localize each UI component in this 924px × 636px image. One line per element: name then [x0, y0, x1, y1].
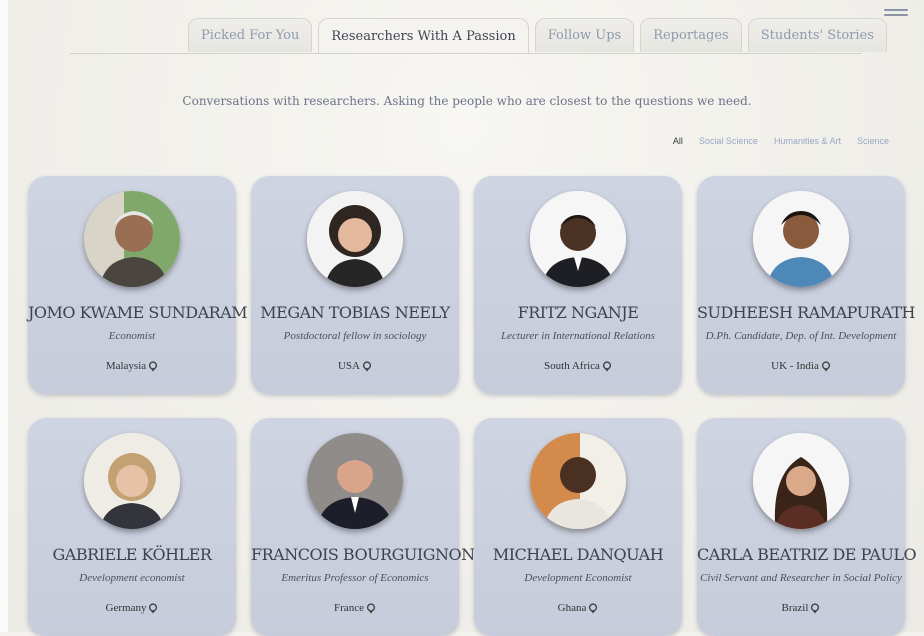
researcher-role: Emeritus Professor of Economics: [281, 572, 429, 584]
researcher-role: Lecturer in International Relations: [501, 330, 655, 342]
location-pin-icon: [589, 603, 598, 614]
location-pin-icon: [811, 603, 820, 614]
researcher-photo: [307, 191, 403, 287]
researcher-role: Development economist: [79, 572, 185, 584]
location-pin-icon: [366, 603, 376, 614]
researcher-card[interactable]: SUDHEESH RAMAPURATH D.Ph. Candidate, Dep…: [697, 176, 915, 394]
researcher-photo: [84, 433, 180, 529]
tab-students-stories[interactable]: Students' Stories: [747, 18, 887, 52]
researcher-photo: [530, 433, 626, 529]
filter-science[interactable]: Science: [857, 136, 889, 146]
hamburger-menu-icon[interactable]: [884, 6, 908, 24]
researcher-location: Brazil: [697, 602, 905, 614]
researcher-card[interactable]: FRANCOIS BOURGUIGNON Emeritus Professor …: [251, 418, 475, 636]
researcher-card[interactable]: MICHAEL DANQUAH Development Economist Gh…: [474, 418, 682, 636]
researcher-name: CARLA BEATRIZ DE PAULO: [697, 545, 917, 564]
researcher-location: USA: [251, 360, 459, 372]
tab-divider: [70, 53, 862, 54]
category-filters: All Social Science Humanities & Art Scie…: [673, 136, 889, 146]
researcher-card[interactable]: CARLA BEATRIZ DE PAULO Civil Servant and…: [697, 418, 917, 636]
tab-bar: Picked For You Researchers With A Passio…: [188, 18, 887, 54]
researcher-location: Ghana: [474, 602, 682, 614]
location-pin-icon: [149, 603, 158, 614]
researcher-card[interactable]: GABRIELE KÖHLER Development economist Ge…: [28, 418, 236, 636]
researcher-photo: [530, 191, 626, 287]
researcher-name: FRITZ NGANJE: [517, 303, 639, 322]
location-pin-icon: [149, 361, 158, 372]
researcher-location: Germany: [28, 602, 236, 614]
filter-all[interactable]: All: [673, 136, 683, 146]
location-text: Brazil: [781, 602, 809, 614]
researcher-role: Economist: [108, 330, 156, 342]
location-pin-icon: [362, 361, 372, 372]
filter-humanities-art[interactable]: Humanities & Art: [774, 136, 841, 146]
researcher-location: France: [251, 602, 459, 614]
location-pin-icon: [602, 361, 612, 372]
location-text: South Africa: [544, 360, 600, 372]
researcher-location: UK - India: [697, 360, 905, 372]
researcher-role: D.Ph. Candidate, Dep. of Int. Developmen…: [705, 330, 897, 342]
location-text: Ghana: [557, 602, 587, 614]
researcher-role: Civil Servant and Researcher in Social P…: [700, 572, 902, 584]
researcher-name: JOMO KWAME SUNDARAM: [28, 303, 248, 322]
location-text: France: [334, 602, 364, 614]
location-text: Malaysia: [105, 360, 147, 372]
researcher-card[interactable]: MEGAN TOBIAS NEELY Postdoctoral fellow i…: [251, 176, 459, 394]
researcher-name: MEGAN TOBIAS NEELY: [260, 303, 450, 322]
researcher-photo: [753, 433, 849, 529]
researcher-photo: [753, 191, 849, 287]
researcher-name: SUDHEESH RAMAPURATH: [697, 303, 915, 322]
location-pin-icon: [821, 361, 830, 372]
researcher-role: Postdoctoral fellow in sociology: [283, 330, 427, 342]
researcher-name: GABRIELE KÖHLER: [52, 545, 212, 564]
researcher-photo: [84, 191, 180, 287]
location-text: USA: [337, 360, 360, 372]
researcher-card[interactable]: FRITZ NGANJE Lecturer in International R…: [474, 176, 682, 394]
researcher-name: MICHAEL DANQUAH: [492, 545, 664, 564]
location-text: Germany: [105, 602, 147, 614]
researcher-card[interactable]: JOMO KWAME SUNDARAM Economist Malaysia: [28, 176, 248, 394]
tab-reportages[interactable]: Reportages: [640, 18, 742, 52]
location-text: UK - India: [771, 360, 819, 372]
tab-follow-ups[interactable]: Follow Ups: [534, 18, 635, 52]
filter-social-science[interactable]: Social Science: [699, 136, 758, 146]
tab-picked-for-you[interactable]: Picked For You: [188, 18, 313, 52]
page-subtitle: Conversations with researchers. Asking t…: [182, 94, 752, 108]
researcher-photo: [307, 433, 403, 529]
researcher-location: Malaysia: [28, 360, 236, 372]
researcher-name: FRANCOIS BOURGUIGNON: [251, 545, 475, 564]
researcher-location: South Africa: [474, 360, 682, 372]
tab-researchers-with-a-passion[interactable]: Researchers With A Passion: [318, 18, 529, 54]
researcher-role: Development Economist: [524, 572, 632, 584]
